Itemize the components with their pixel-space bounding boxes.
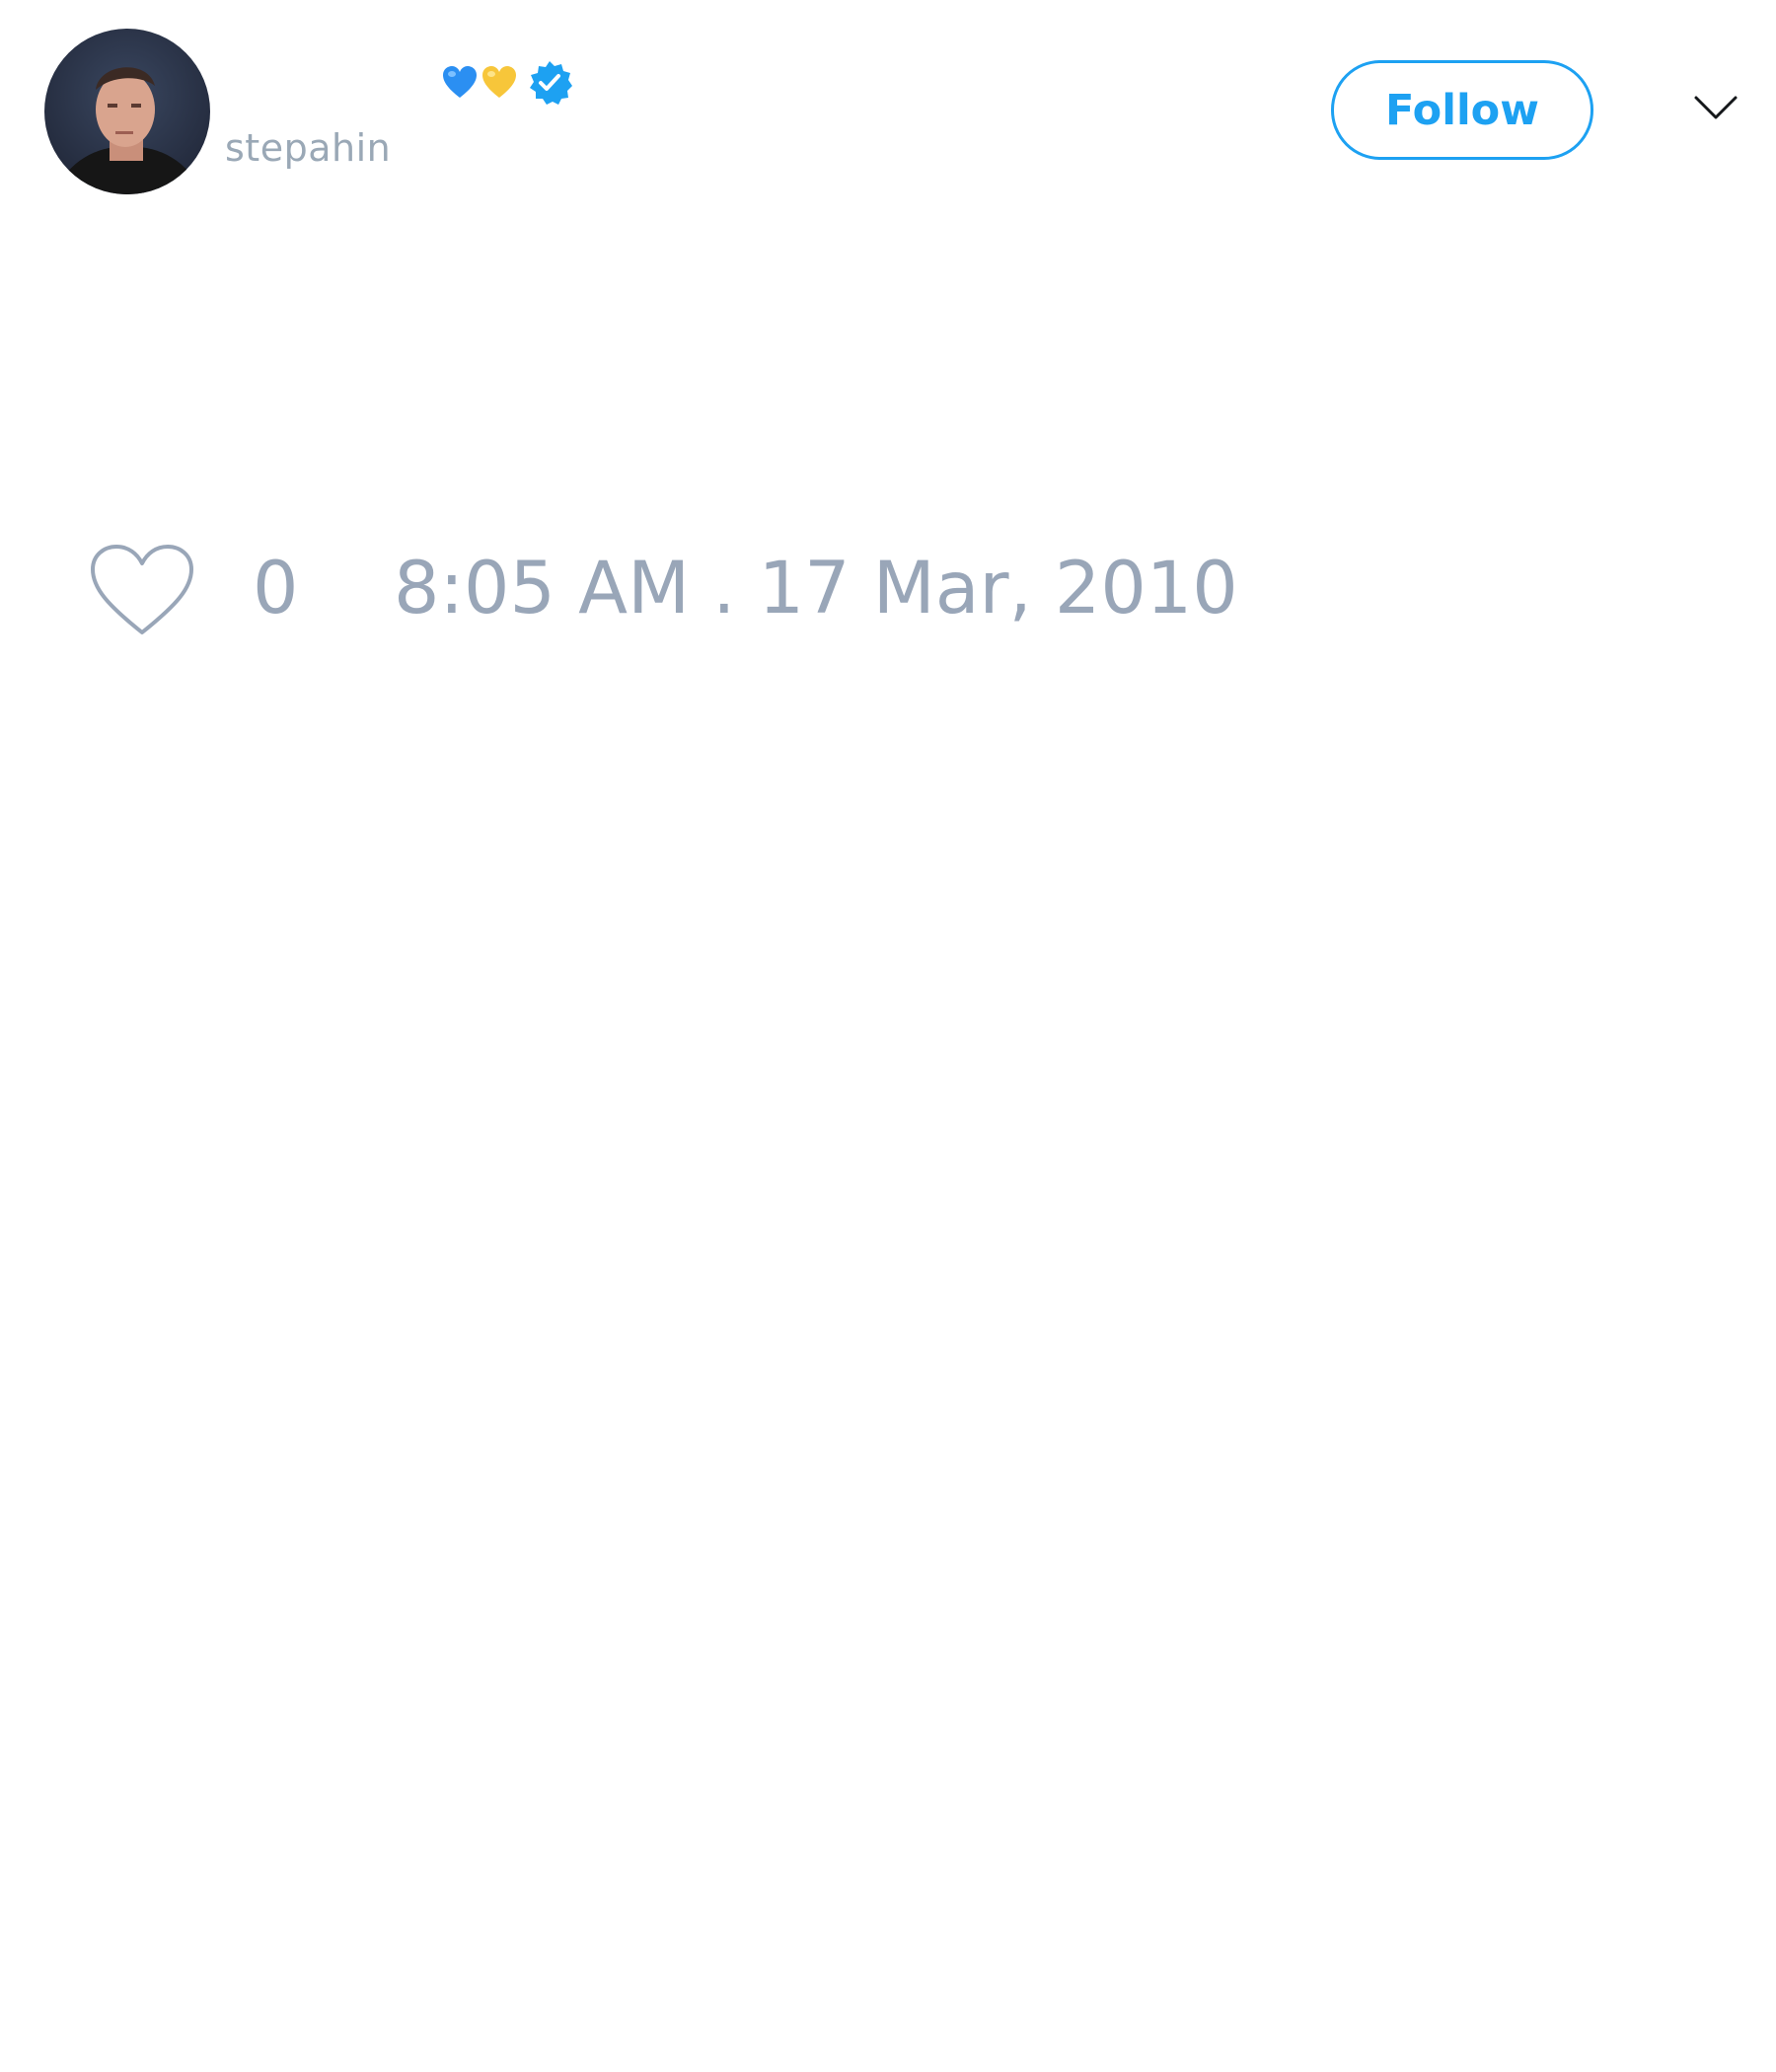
follow-button[interactable]: Follow [1331, 60, 1593, 160]
avatar[interactable] [44, 29, 210, 194]
tweet-card: stepahin Follow 0 8:05 AM . 17 Mar, 2010 [0, 0, 1776, 2072]
like-count: 0 [253, 547, 299, 630]
user-handle[interactable]: stepahin [225, 126, 391, 170]
blue-heart-icon [443, 66, 477, 98]
display-name-row[interactable] [439, 59, 573, 107]
avatar-photo [44, 29, 210, 194]
heart-icon[interactable] [90, 544, 194, 636]
verified-badge-icon [530, 61, 572, 105]
chevron-down-icon[interactable] [1693, 93, 1739, 122]
tweet-timestamp[interactable]: 8:05 AM . 17 Mar, 2010 [394, 548, 1238, 630]
yellow-heart-icon [482, 66, 516, 98]
